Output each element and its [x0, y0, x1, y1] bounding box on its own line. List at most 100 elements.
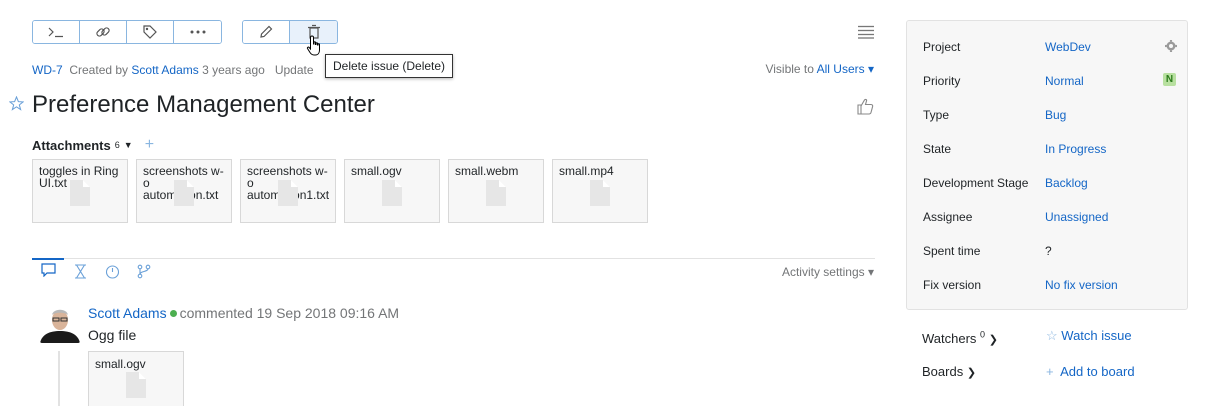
field-value[interactable]: Bug	[1045, 108, 1066, 122]
hand-cursor-icon	[306, 35, 320, 56]
comments-icon	[40, 263, 56, 277]
attachment-item[interactable]: small.ogv	[344, 159, 440, 223]
vcs-icon	[137, 264, 151, 278]
delete-tooltip: Delete issue (Delete)	[325, 54, 454, 78]
field-label: State	[923, 142, 952, 156]
field-label: Spent time	[923, 244, 981, 258]
gear-icon[interactable]	[1165, 40, 1177, 52]
field-label: Development Stage	[923, 176, 1029, 190]
watchers-row: Watchers 0 ❯ ☆ Watch issue	[922, 328, 1132, 347]
file-icon	[382, 180, 402, 206]
updated-prefix: Update	[274, 63, 314, 77]
online-status-icon	[169, 310, 177, 317]
chevron-down-icon: ▼	[123, 140, 133, 150]
attachment-item[interactable]: screenshots w-o automation1.txt	[240, 159, 336, 223]
field-value[interactable]: In Progress	[1045, 142, 1106, 156]
more-button[interactable]	[174, 21, 221, 43]
file-icon	[174, 180, 194, 206]
attachments-label: Attachments	[32, 137, 111, 153]
file-icon	[278, 180, 298, 206]
created-ago: 3 years ago	[202, 63, 265, 77]
field-label: Project	[923, 40, 961, 54]
field-value[interactable]: No fix version	[1045, 278, 1118, 292]
link-icon	[96, 27, 110, 37]
visible-prefix: Visible to	[765, 62, 814, 76]
add-to-board-button[interactable]: + Add to board	[1046, 364, 1135, 379]
boards-row: Boards ❯ + Add to board	[922, 364, 1135, 379]
tab-timer[interactable]	[96, 260, 128, 282]
attachment-item[interactable]: small.mp4	[552, 159, 648, 223]
comment-attachment[interactable]: small.ogv	[88, 351, 184, 406]
toolbar-group-main	[32, 20, 222, 44]
tag-icon	[143, 25, 157, 39]
issue-title: Preference Management Center	[32, 91, 375, 118]
hamburger-menu-icon[interactable]	[857, 25, 875, 39]
activity-settings-label: Activity settings	[781, 265, 865, 279]
watch-issue-label: Watch issue	[1061, 328, 1132, 343]
add-tag-button[interactable]	[127, 21, 174, 43]
attachments-count: 6	[114, 140, 120, 150]
field-value[interactable]: Normal	[1045, 74, 1084, 88]
watchers-count: 0	[980, 330, 986, 340]
file-icon	[126, 372, 146, 398]
watch-issue-button[interactable]: ☆ Watch issue	[1046, 328, 1132, 344]
add-attachment-button[interactable]: +	[145, 136, 154, 154]
created-prefix: Created by	[69, 63, 129, 77]
watchers-label: Watchers	[922, 331, 977, 347]
attachment-item[interactable]: toggles in Ring UI.txt	[32, 159, 128, 223]
pencil-icon	[260, 25, 273, 38]
field-label: Fix version	[923, 278, 982, 292]
attachment-name: small.mp4	[559, 164, 614, 178]
attachment-name: small.ogv	[351, 164, 402, 178]
command-button[interactable]	[33, 21, 80, 43]
file-icon	[486, 180, 506, 206]
attachments-header[interactable]: Attachments 6 ▼ +	[32, 136, 154, 154]
visibility-value: All Users	[816, 62, 865, 76]
issue-fields-panel: Project WebDev Priority Normal N Type Bug S…	[906, 20, 1188, 310]
comment-text: Ogg file	[88, 327, 137, 343]
more-icon	[190, 30, 205, 34]
field-label: Assignee	[923, 210, 973, 224]
link-issue-button[interactable]	[80, 21, 127, 43]
watchers-toggle[interactable]: Watchers 0 ❯	[922, 330, 998, 347]
star-outline-icon: ☆	[1046, 328, 1058, 343]
history-icon	[74, 263, 86, 279]
field-value[interactable]: WebDev	[1045, 40, 1091, 54]
attachment-item[interactable]: screenshots w-o automation.txt	[136, 159, 232, 223]
tab-comments[interactable]	[32, 258, 64, 280]
edit-button[interactable]	[243, 21, 290, 43]
tab-history[interactable]	[64, 260, 96, 282]
field-label: Type	[923, 108, 950, 122]
field-label: Priority	[923, 74, 961, 88]
comment-header: Scott Adams commented 19 Sep 2018 09:16 A…	[88, 305, 399, 321]
field-value[interactable]: ?	[1045, 244, 1052, 258]
tab-vcs[interactable]	[128, 260, 160, 282]
comment-author-link[interactable]: Scott Adams	[88, 305, 167, 321]
field-value[interactable]: Unassigned	[1045, 210, 1108, 224]
priority-badge: N	[1163, 73, 1176, 86]
chevron-right-icon: ❯	[988, 334, 998, 347]
thumbs-up-icon[interactable]	[857, 98, 874, 115]
star-icon[interactable]	[9, 96, 24, 111]
activity-settings-dropdown[interactable]: Activity settings ▾	[782, 265, 874, 279]
attachment-name: small.webm	[455, 164, 519, 178]
comment-thread-line	[58, 351, 60, 406]
comment-meta: commented 19 Sep 2018 09:16 AM	[179, 305, 400, 321]
visibility-dropdown[interactable]: All Users ▾	[817, 62, 874, 76]
attachment-name: small.ogv	[95, 357, 146, 371]
issue-toolbar	[32, 20, 338, 44]
boards-toggle[interactable]: Boards ❯	[922, 364, 976, 379]
activity-tabs	[32, 258, 160, 282]
author-link[interactable]: Scott Adams	[131, 63, 198, 77]
activity-divider	[32, 258, 875, 259]
user-avatar-image	[40, 303, 80, 343]
attachments-list: toggles in Ring UI.txt screenshots w-o a…	[32, 159, 648, 223]
chevron-right-icon: ❯	[966, 367, 977, 379]
add-to-board-label: Add to board	[1060, 364, 1135, 379]
attachment-item[interactable]: small.webm	[448, 159, 544, 223]
issue-id-link[interactable]: WD-7	[32, 63, 63, 77]
field-value[interactable]: Backlog	[1045, 176, 1088, 190]
boards-label: Boards	[922, 364, 964, 379]
avatar[interactable]	[40, 303, 80, 343]
timer-icon	[105, 264, 119, 279]
